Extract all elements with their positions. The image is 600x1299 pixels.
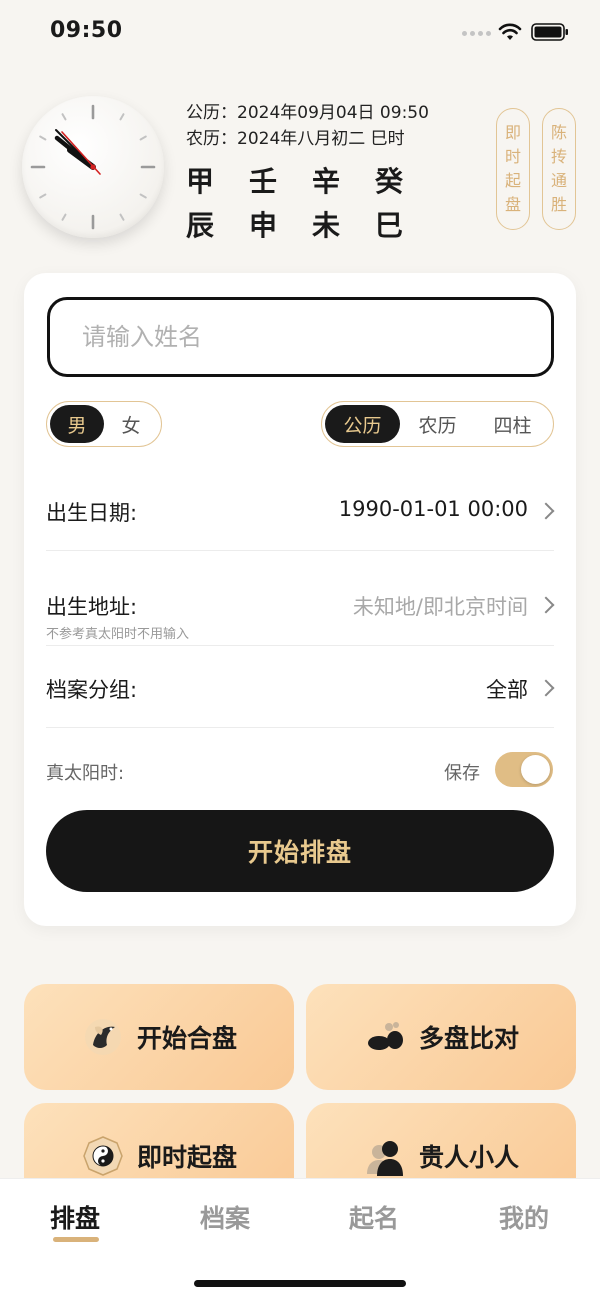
pill-char: 胜 xyxy=(550,195,567,214)
lunar-date: 农历：2024年八月初二 巳时 xyxy=(186,126,429,152)
chen-tuan-pill-button[interactable]: 陈 抟 通 胜 xyxy=(542,108,576,230)
calendar-option-four-pillars[interactable]: 四柱 xyxy=(475,405,550,443)
gender-toggle: 男 女 xyxy=(46,401,162,447)
heavenly-stems-row: 甲 壬 辛 癸 xyxy=(186,158,404,202)
analog-clock xyxy=(22,96,164,238)
tab-archive[interactable]: 档案 xyxy=(200,1199,250,1235)
pill-char: 盘 xyxy=(504,195,521,214)
wifi-icon xyxy=(498,23,522,40)
calendar-type-toggle: 公历 农历 四柱 xyxy=(321,401,554,447)
status-time: 09:50 xyxy=(50,18,123,43)
instant-chart-pill-button[interactable]: 即 时 起 盘 xyxy=(496,108,530,230)
feature-label: 开始合盘 xyxy=(136,1024,237,1053)
toggle-knob xyxy=(521,755,550,784)
true-solar-time-label: 真太阳时: xyxy=(46,763,125,784)
start-chart-button[interactable]: 开始排盘 xyxy=(46,810,554,892)
archive-group-row[interactable]: 档案分组: 全部 xyxy=(46,674,555,704)
save-toggle-switch[interactable] xyxy=(495,752,553,787)
bottom-tab-bar: 排盘 档案 起名 我的 xyxy=(0,1178,600,1299)
ink-blot-icon xyxy=(367,1022,403,1050)
feature-tile-multi-compare[interactable]: 多盘比对 xyxy=(306,984,576,1090)
archive-group-value: 全部 xyxy=(486,678,528,702)
chevron-right-icon xyxy=(537,596,555,614)
divider xyxy=(46,550,554,551)
divider xyxy=(46,645,554,646)
people-silhouette-icon xyxy=(366,1141,403,1176)
calendar-option-gregorian[interactable]: 公历 xyxy=(325,405,400,443)
pill-char: 通 xyxy=(550,171,567,190)
gender-option-female[interactable]: 女 xyxy=(104,405,158,443)
koi-fish-icon xyxy=(84,1019,121,1055)
active-tab-indicator xyxy=(53,1237,99,1242)
birth-place-value: 未知地/即北京时间 xyxy=(352,595,528,619)
feature-label: 贵人小人 xyxy=(418,1143,519,1172)
branch-year: 辰 xyxy=(186,209,215,242)
lunar-value: 2024年八月初二 巳时 xyxy=(237,129,405,149)
archive-group-label: 档案分组: xyxy=(46,678,138,702)
branch-day: 未 xyxy=(312,209,341,242)
clock-face-icon xyxy=(30,104,156,230)
pill-char: 即 xyxy=(504,123,521,142)
divider xyxy=(46,727,554,728)
yin-yang-icon xyxy=(83,1136,123,1176)
stem-year: 甲 xyxy=(186,165,215,198)
name-input[interactable] xyxy=(47,297,554,377)
home-indicator[interactable] xyxy=(194,1280,406,1287)
four-pillars: 甲 壬 辛 癸 辰 申 未 巳 xyxy=(186,158,404,246)
stem-hour: 癸 xyxy=(375,165,404,198)
gender-option-male[interactable]: 男 xyxy=(50,405,104,443)
battery-icon xyxy=(531,23,568,41)
chevron-right-icon xyxy=(537,502,555,520)
gregorian-date: 公历：2024年09月04日 09:50 xyxy=(186,100,429,126)
pill-char: 抟 xyxy=(550,147,567,166)
feature-label: 多盘比对 xyxy=(418,1024,519,1053)
birth-date-row[interactable]: 出生日期: 1990-01-01 00:00 xyxy=(46,497,555,527)
feature-tile-synastry[interactable]: 开始合盘 xyxy=(24,984,294,1090)
pill-char: 起 xyxy=(504,171,521,190)
earthly-branches-row: 辰 申 未 巳 xyxy=(186,202,404,246)
cellular-signal-icon xyxy=(462,31,491,36)
stem-day: 辛 xyxy=(312,165,341,198)
birth-date-value: 1990-01-01 00:00 xyxy=(338,497,528,521)
birth-place-label: 出生地址: xyxy=(46,595,138,619)
lunar-label: 农历： xyxy=(186,129,237,149)
tab-chart[interactable]: 排盘 xyxy=(50,1199,100,1235)
feature-label: 即时起盘 xyxy=(136,1143,237,1172)
save-label: 保存 xyxy=(444,763,480,784)
chart-form-card: 男 女 公历 农历 四柱 出生日期: 1990-01-01 00:00 出生地址… xyxy=(24,273,576,926)
birth-place-row[interactable]: 出生地址: 未知地/即北京时间 不参考真太阳时不用输入 xyxy=(46,591,555,642)
gregorian-label: 公历： xyxy=(186,103,237,123)
branch-hour: 巳 xyxy=(375,209,404,242)
chevron-right-icon xyxy=(537,679,555,697)
status-bar: 09:50 xyxy=(0,0,600,66)
tab-naming[interactable]: 起名 xyxy=(349,1199,399,1235)
stem-month: 壬 xyxy=(249,165,278,198)
pill-char: 时 xyxy=(504,147,521,166)
tab-mine[interactable]: 我的 xyxy=(499,1199,549,1235)
branch-month: 申 xyxy=(249,209,278,242)
gregorian-value: 2024年09月04日 09:50 xyxy=(237,103,429,123)
date-info: 公历：2024年09月04日 09:50 农历：2024年八月初二 巳时 xyxy=(186,100,429,152)
calendar-option-lunar[interactable]: 农历 xyxy=(400,405,475,443)
birth-place-note: 不参考真太阳时不用输入 xyxy=(46,627,190,642)
birth-date-label: 出生日期: xyxy=(46,501,138,525)
pill-char: 陈 xyxy=(550,123,567,142)
